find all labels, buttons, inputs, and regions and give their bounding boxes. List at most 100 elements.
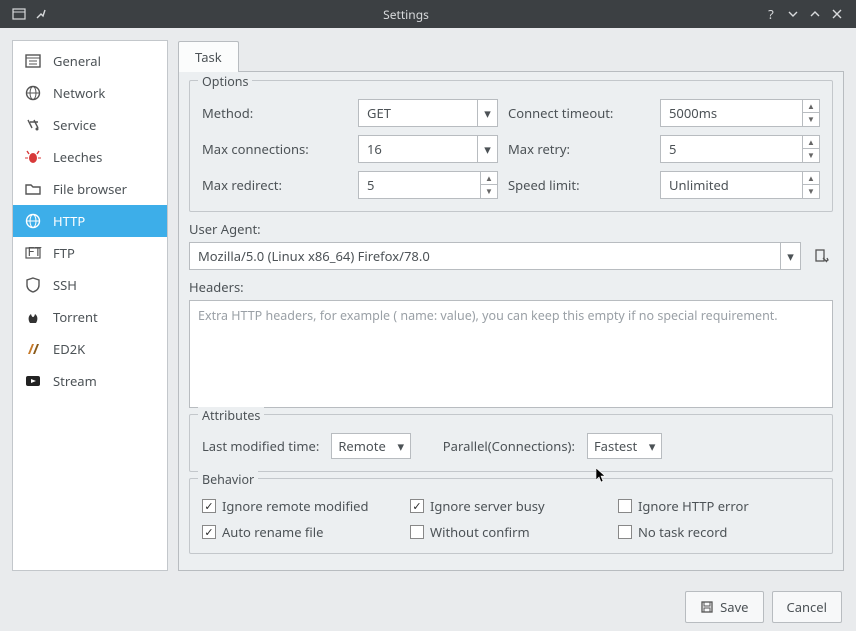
user-agent-select[interactable]: Mozilla/5.0 (Linux x86_64) Firefox/78.0 … — [189, 242, 801, 270]
checkbox-auto-rename-file[interactable]: Auto rename file — [202, 523, 402, 541]
help-icon[interactable]: ? — [762, 5, 780, 23]
sidebar-item-stream[interactable]: Stream — [13, 365, 167, 397]
spin-up-icon[interactable]: ▲ — [481, 172, 497, 185]
parallel-select[interactable]: Fastest ▾ — [587, 433, 662, 459]
checkbox-label: Ignore remote modified — [222, 497, 369, 515]
sidebar-item-label: File browser — [53, 180, 127, 198]
chevron-down-icon[interactable]: ▾ — [392, 437, 410, 455]
http-icon — [23, 211, 43, 231]
spin-up-icon[interactable]: ▲ — [803, 100, 819, 113]
close-icon[interactable] — [828, 5, 846, 23]
headers-label: Headers: — [189, 278, 833, 296]
checkbox-box[interactable] — [618, 525, 632, 539]
sidebar-item-general[interactable]: General — [13, 45, 167, 77]
footer: Save Cancel — [0, 583, 856, 631]
svg-text:FTP: FTP — [28, 244, 43, 260]
stream-icon — [23, 371, 43, 391]
sidebar-item-network[interactable]: Network — [13, 77, 167, 109]
chevron-down-icon[interactable]: ▾ — [643, 437, 661, 455]
checkbox-ignore-remote-modified[interactable]: Ignore remote modified — [202, 497, 402, 515]
chevron-down-icon[interactable]: ▾ — [780, 243, 800, 269]
checkbox-box[interactable] — [202, 525, 216, 539]
sidebar-item-label: General — [53, 52, 101, 70]
maximize-icon[interactable] — [806, 5, 824, 23]
checkbox-box[interactable] — [202, 499, 216, 513]
max-redirect-input[interactable]: 5 ▲▼ — [358, 171, 498, 199]
checkbox-label: Ignore HTTP error — [638, 497, 749, 515]
lastmod-select[interactable]: Remote ▾ — [331, 433, 410, 459]
connect-timeout-label: Connect timeout: — [504, 104, 654, 122]
max-conn-label: Max connections: — [202, 140, 352, 158]
app-menu-icon[interactable] — [10, 5, 28, 23]
sidebar-item-label: Leeches — [53, 148, 102, 166]
cancel-button[interactable]: Cancel — [772, 591, 842, 623]
spin-down-icon[interactable]: ▼ — [803, 149, 819, 162]
checkbox-label: No task record — [638, 523, 727, 541]
sidebar-item-label: SSH — [53, 276, 77, 294]
sidebar-item-filebrowser[interactable]: File browser — [13, 173, 167, 205]
edit-user-agent-button[interactable] — [809, 244, 833, 268]
checkbox-ignore-http-error[interactable]: Ignore HTTP error — [618, 497, 818, 515]
sidebar: General Network Service Leeches File bro… — [12, 40, 168, 571]
lastmod-label: Last modified time: — [202, 437, 319, 455]
parallel-label: Parallel(Connections): — [443, 437, 575, 455]
sidebar-item-label: Torrent — [53, 308, 98, 326]
spin-up-icon[interactable]: ▲ — [803, 172, 819, 185]
ed2k-icon — [23, 339, 43, 359]
group-behavior: Behavior Ignore remote modifiedIgnore se… — [189, 478, 833, 554]
max-retry-input[interactable]: 5 ▲▼ — [660, 135, 820, 163]
checkbox-box[interactable] — [618, 499, 632, 513]
minimize-icon[interactable] — [784, 5, 802, 23]
tab-task[interactable]: Task — [178, 41, 239, 72]
sidebar-item-service[interactable]: Service — [13, 109, 167, 141]
speed-limit-input[interactable]: Unlimited ▲▼ — [660, 171, 820, 199]
method-label: Method: — [202, 104, 352, 122]
spin-up-icon[interactable]: ▲ — [803, 136, 819, 149]
save-icon — [700, 600, 714, 614]
max-redirect-label: Max redirect: — [202, 176, 352, 194]
sidebar-item-ftp[interactable]: FTP FTP — [13, 237, 167, 269]
connect-timeout-input[interactable]: 5000ms ▲▼ — [660, 99, 820, 127]
sidebar-item-label: Service — [53, 116, 96, 134]
torrent-icon — [23, 307, 43, 327]
chevron-down-icon[interactable]: ▾ — [477, 136, 497, 162]
sidebar-item-ssh[interactable]: SSH — [13, 269, 167, 301]
checkbox-box[interactable] — [410, 525, 424, 539]
speed-limit-label: Speed limit: — [504, 176, 654, 194]
leeches-icon — [23, 147, 43, 167]
sidebar-item-http[interactable]: HTTP — [13, 205, 167, 237]
network-icon — [23, 83, 43, 103]
save-button[interactable]: Save — [685, 591, 763, 623]
shield-icon — [23, 275, 43, 295]
sidebar-item-leeches[interactable]: Leeches — [13, 141, 167, 173]
headers-textarea[interactable]: Extra HTTP headers, for example ( name: … — [189, 300, 833, 408]
spin-down-icon[interactable]: ▼ — [481, 185, 497, 198]
checkbox-box[interactable] — [410, 499, 424, 513]
checkbox-ignore-server-busy[interactable]: Ignore server busy — [410, 497, 610, 515]
window-title: Settings — [52, 6, 760, 23]
sidebar-item-label: Network — [53, 84, 105, 102]
sidebar-item-label: HTTP — [53, 212, 85, 230]
checkbox-label: Without confirm — [430, 523, 530, 541]
chevron-down-icon[interactable]: ▾ — [477, 100, 497, 126]
sidebar-item-label: FTP — [53, 244, 75, 262]
general-icon — [23, 51, 43, 71]
method-select[interactable]: GET ▾ — [358, 99, 498, 127]
group-title: Attributes — [198, 407, 264, 424]
checkbox-without-confirm[interactable]: Without confirm — [410, 523, 610, 541]
spin-down-icon[interactable]: ▼ — [803, 185, 819, 198]
folder-icon — [23, 179, 43, 199]
spin-down-icon[interactable]: ▼ — [803, 113, 819, 126]
service-icon — [23, 115, 43, 135]
group-options: Options Method: GET ▾ Connect timeout: 5… — [189, 80, 833, 212]
titlebar: Settings ? — [0, 0, 856, 28]
sidebar-item-ed2k[interactable]: ED2K — [13, 333, 167, 365]
checkbox-no-task-record[interactable]: No task record — [618, 523, 818, 541]
sidebar-item-torrent[interactable]: Torrent — [13, 301, 167, 333]
group-title: Behavior — [198, 471, 258, 488]
user-agent-label: User Agent: — [189, 220, 833, 238]
checkbox-label: Auto rename file — [222, 523, 323, 541]
pin-icon[interactable] — [32, 5, 50, 23]
max-conn-select[interactable]: 16 ▾ — [358, 135, 498, 163]
max-retry-label: Max retry: — [504, 140, 654, 158]
